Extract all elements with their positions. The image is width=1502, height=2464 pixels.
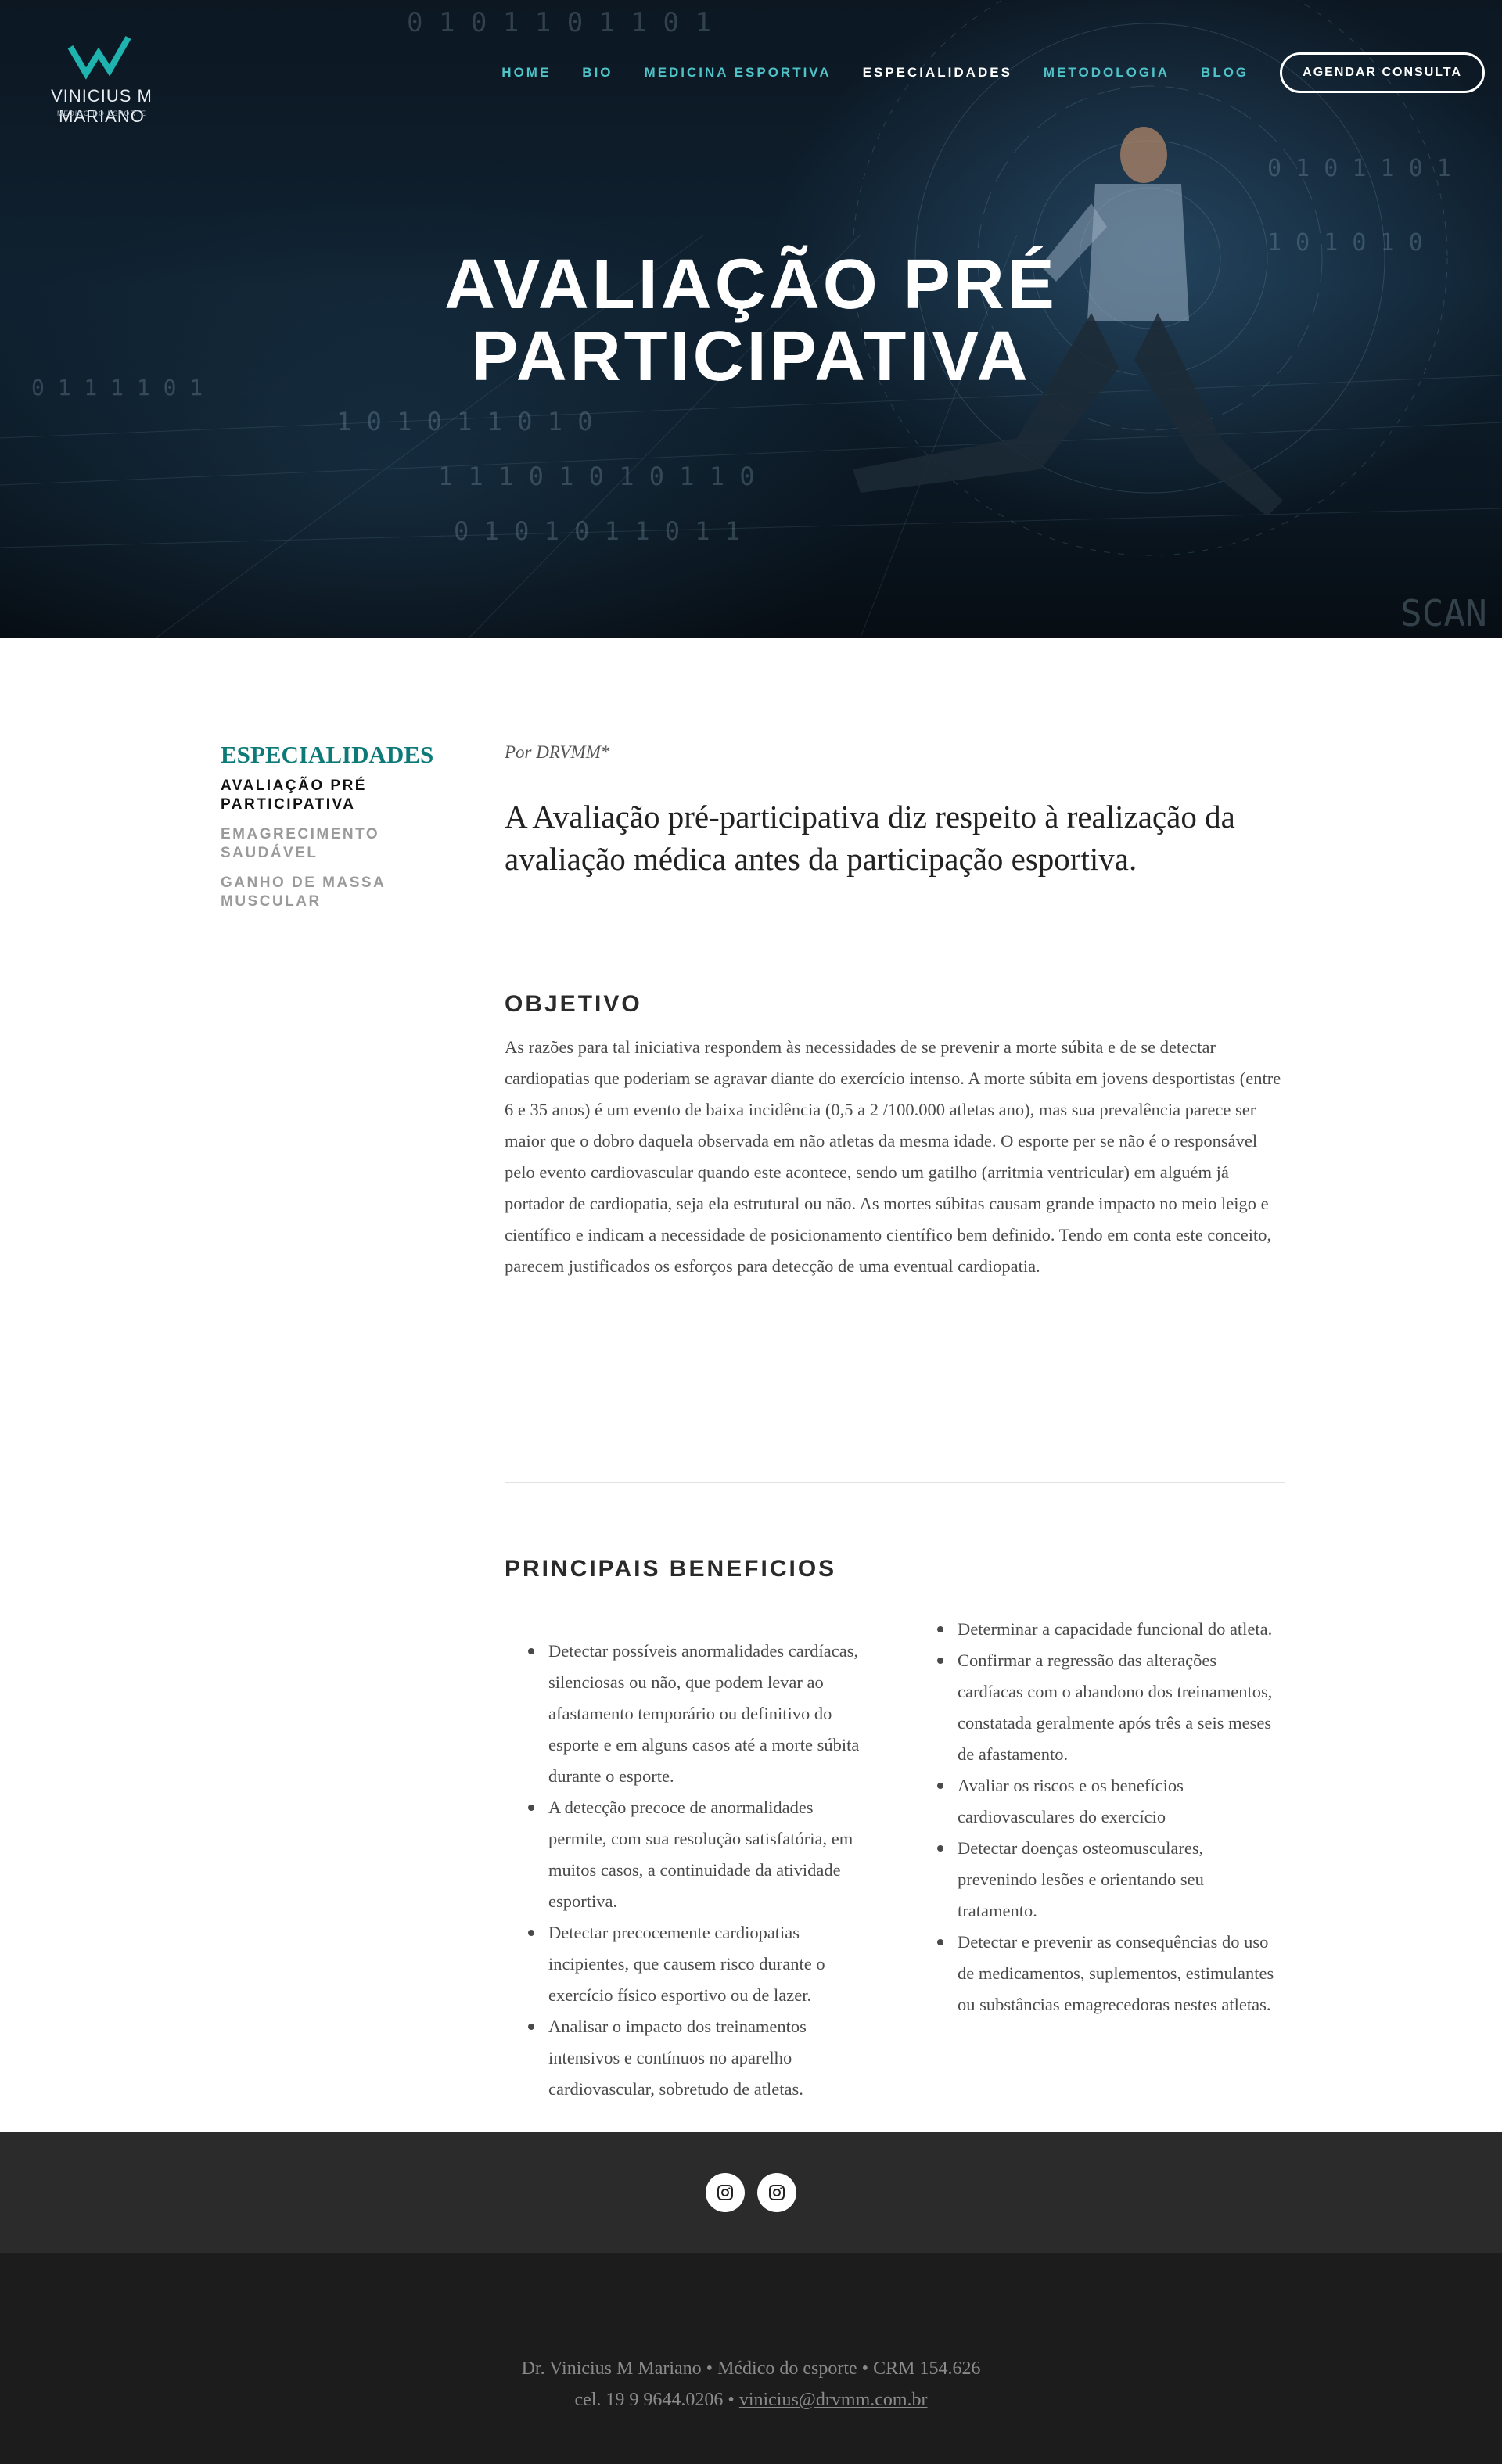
sidebar-item-emagrecimento[interactable]: EMAGRECIMENTO SAUDÁVEL: [221, 825, 424, 863]
nav-home[interactable]: HOME: [501, 65, 551, 81]
brand-name: VINICIUS M MARIANO: [51, 86, 153, 126]
list-item: Detectar e prevenir as consequências do …: [937, 1927, 1281, 2020]
sidebar-item-label: MUSCULAR: [221, 893, 322, 910]
article: Por DRVMM* A Avaliação pré-participativa…: [505, 742, 1285, 2099]
hero-banner: 0 1 0 1 1 0 1 1 0 1 0 1 0 1 1 0 1 1 0 1 …: [0, 0, 1502, 638]
page-title-line2: PARTICIPATIVA: [471, 318, 1031, 396]
sidebar-item-ganho-massa[interactable]: GANHO DE MASSA MUSCULAR: [221, 874, 424, 911]
list-item: Detectar precocemente cardiopatias incip…: [528, 1917, 872, 2011]
nav-medicina-esportiva[interactable]: MEDICINA ESPORTIVA: [645, 65, 832, 81]
footer-email-link[interactable]: vinicius@drvmm.com.br: [739, 2390, 928, 2410]
list-item: Detectar possíveis anormalidades cardíac…: [528, 1636, 872, 1792]
list-item: Avaliar os riscos e os benefícios cardio…: [937, 1770, 1281, 1833]
instagram-link-2[interactable]: [757, 2172, 796, 2212]
site-footer: Dr. Vinicius M Mariano • Médico do espor…: [0, 2253, 1502, 2464]
benefits-heading: PRINCIPAIS BENEFICIOS: [505, 1556, 837, 1582]
sidebar-item-label: PARTICIPATIVA: [221, 796, 356, 813]
brand-subtitle: MÉDICO DO ESPORTE: [56, 110, 147, 117]
logo-mark-icon: [67, 36, 131, 80]
sidebar-item-label: AVALIAÇÃO PRÉ: [221, 778, 367, 794]
nav-bio[interactable]: BIO: [582, 65, 613, 81]
sidebar-item-label: EMAGRECIMENTO: [221, 826, 380, 842]
instagram-icon: [717, 2184, 733, 2200]
list-item: Detectar doenças osteomusculares, preven…: [937, 1833, 1281, 1927]
svg-text:SCAN: SCAN: [1400, 592, 1487, 634]
page-title-line1: AVALIAÇÃO PRÉ: [444, 246, 1058, 324]
objective-heading: OBJETIVO: [505, 991, 642, 1017]
instagram-icon: [769, 2184, 785, 2200]
nav-metodologia[interactable]: METODOLOGIA: [1044, 65, 1170, 81]
svg-text:0 1 0 1 0 1 1 0 1 1: 0 1 0 1 0 1 1 0 1 1: [454, 516, 740, 546]
sidebar-heading: ESPECIALIDADES: [221, 741, 434, 768]
nav-blog[interactable]: BLOG: [1201, 65, 1249, 81]
section-divider: [505, 1482, 1285, 1483]
sidebar-item-label: SAUDÁVEL: [221, 845, 318, 861]
instagram-link-1[interactable]: [706, 2172, 745, 2212]
footer-contact: cel. 19 9 9644.0206 • vinicius@drvmm.com…: [0, 2390, 1502, 2411]
footer-phone: cel. 19 9 9644.0206 •: [574, 2390, 739, 2410]
nav-especialidades[interactable]: ESPECIALIDADES: [863, 65, 1012, 81]
main-nav: HOME BIO MEDICINA ESPORTIVA ESPECIALIDAD…: [501, 52, 1502, 93]
objective-paragraph: As razões para tal iniciativa respondem …: [505, 1037, 1281, 1276]
brand-logo[interactable]: VINICIUS M MARIANO MÉDICO DO ESPORTE: [23, 31, 180, 126]
sidebar: ESPECIALIDADES AVALIAÇÃO PRÉ PARTICIPATI…: [221, 741, 434, 922]
benefits-list-left: Detectar possíveis anormalidades cardíac…: [528, 1636, 872, 2105]
schedule-appointment-button[interactable]: AGENDAR CONSULTA: [1280, 52, 1485, 93]
benefits-list-right: Determinar a capacidade funcional do atl…: [937, 1614, 1281, 2020]
list-item: A detecção precoce de anormalidades perm…: [528, 1792, 872, 1917]
svg-text:0 1 0 1 1 0 1: 0 1 0 1 1 0 1: [1267, 155, 1451, 182]
content-area: ESPECIALIDADES AVALIAÇÃO PRÉ PARTICIPATI…: [0, 638, 1502, 2132]
svg-text:1 0 1 0 1 1 0 1 0: 1 0 1 0 1 1 0 1 0: [336, 407, 593, 436]
list-item: Analisar o impacto dos treinamentos inte…: [528, 2011, 872, 2105]
byline: Por DRVMM*: [505, 742, 610, 762]
list-item: Confirmar a regressão das alterações car…: [937, 1645, 1281, 1770]
footer-credentials: Dr. Vinicius M Mariano • Médico do espor…: [521, 2358, 981, 2379]
sidebar-item-label: GANHO DE MASSA: [221, 875, 386, 891]
page-title: AVALIAÇÃO PRÉ PARTICIPATIVA: [0, 249, 1502, 393]
site-header: VINICIUS M MARIANO MÉDICO DO ESPORTE HOM…: [0, 0, 1502, 141]
list-item: Determinar a capacidade funcional do atl…: [937, 1614, 1281, 1645]
social-bar: [0, 2132, 1502, 2253]
svg-text:1 1 1 0 1 0 1 0 1 1 0: 1 1 1 0 1 0 1 0 1 1 0: [438, 462, 755, 491]
lead-paragraph: A Avaliação pré-participativa diz respei…: [505, 799, 1235, 877]
sidebar-item-avaliacao[interactable]: AVALIAÇÃO PRÉ PARTICIPATIVA: [221, 777, 424, 814]
